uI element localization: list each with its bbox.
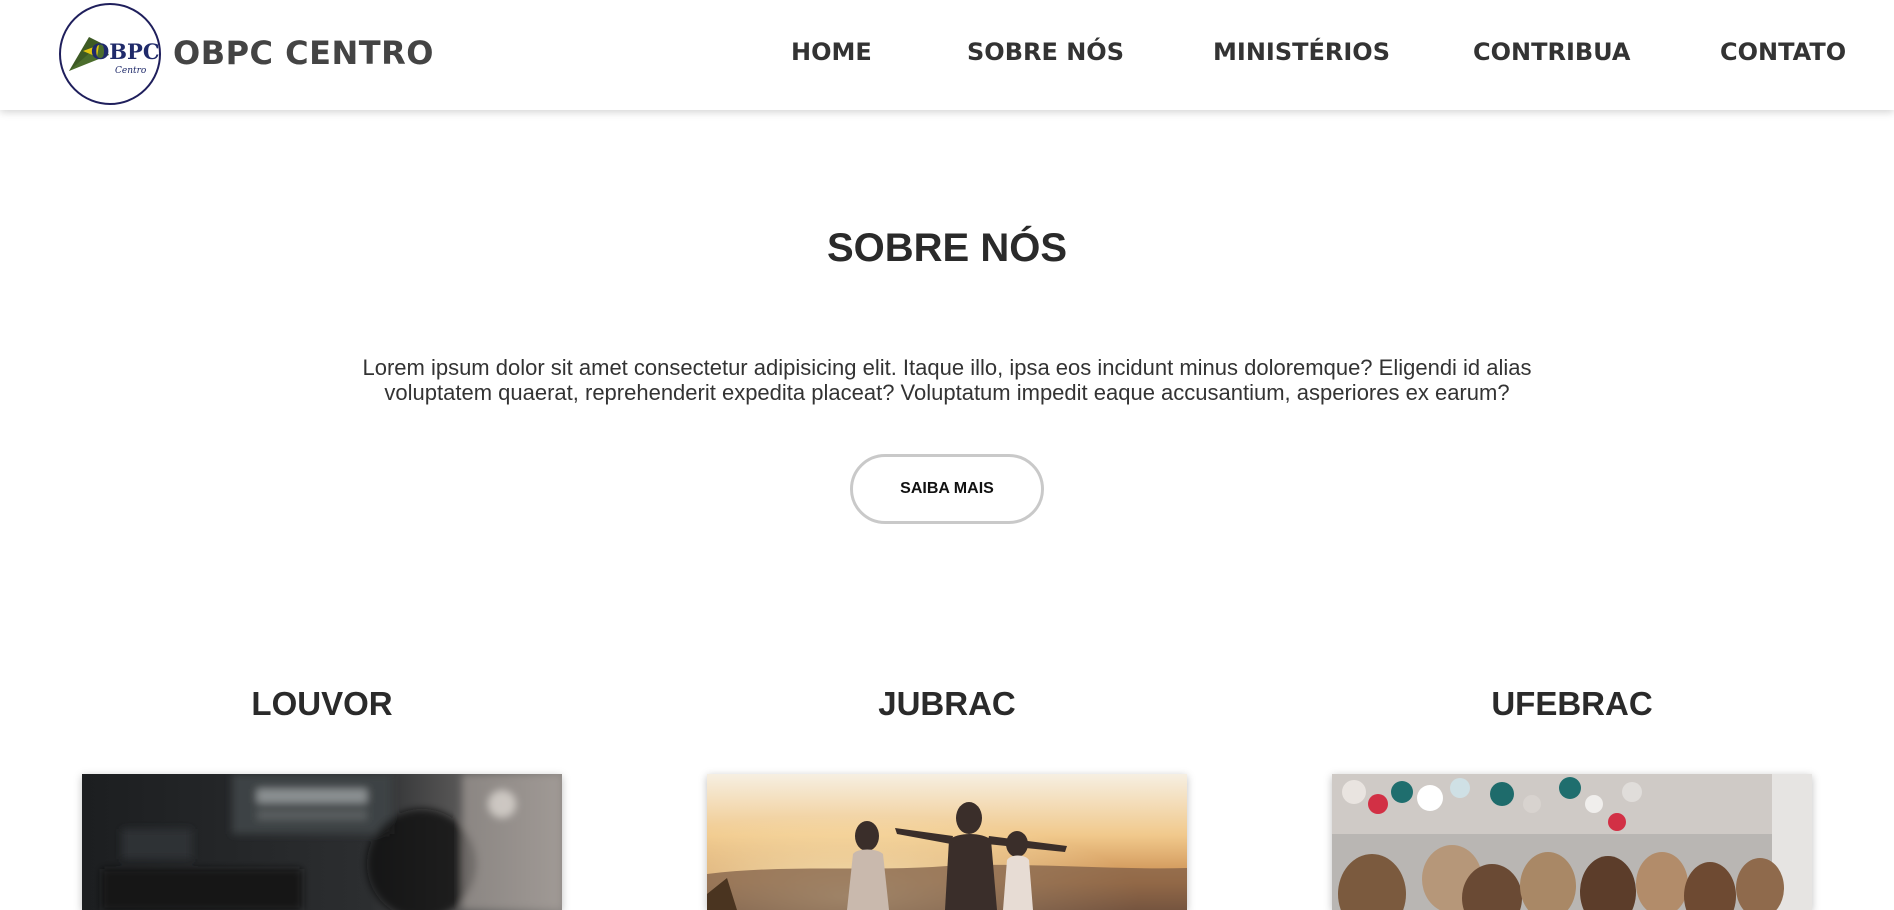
women-group-image — [1332, 774, 1812, 910]
ministry-image-louvor[interactable] — [82, 774, 562, 910]
studio-photo-image — [82, 774, 562, 910]
nav-home[interactable]: HOME — [791, 38, 872, 66]
saiba-mais-button[interactable]: SAIBA MAIS — [850, 454, 1044, 524]
ministry-image-ufebrac[interactable] — [1332, 774, 1812, 910]
site-header: OBPC Centro OBPC CENTRO HOME SOBRE NÓS M… — [0, 0, 1894, 110]
logo-emblem-icon: OBPC Centro — [69, 37, 159, 76]
ministry-title-ufebrac: UFEBRAC — [1491, 685, 1653, 722]
nav-contribua[interactable]: CONTRIBUA — [1473, 38, 1631, 66]
logo-subtext: Centro — [115, 66, 147, 76]
nav-sobre-nos[interactable]: SOBRE NÓS — [967, 38, 1124, 66]
ministry-title-jubrac: JUBRAC — [878, 685, 1016, 722]
about-text-line-2: voluptatem quaerat, reprehenderit expedi… — [384, 380, 1510, 405]
ministry-image-jubrac[interactable] — [707, 774, 1187, 910]
about-title: SOBRE NÓS — [826, 226, 1068, 270]
about-text-line-1: Lorem ipsum dolor sit amet consectetur a… — [362, 355, 1532, 380]
nav-ministerios[interactable]: MINISTÉRIOS — [1213, 38, 1390, 66]
sunset-people-image — [707, 774, 1187, 910]
site-logo[interactable]: OBPC Centro — [59, 3, 161, 105]
about-text: Lorem ipsum dolor sit amet consectetur a… — [300, 355, 1594, 405]
brand-name[interactable]: OBPC CENTRO — [173, 34, 434, 72]
ministry-title-louvor: LOUVOR — [251, 685, 393, 722]
logo-text: OBPC — [91, 39, 159, 64]
nav-contato[interactable]: CONTATO — [1720, 38, 1846, 66]
